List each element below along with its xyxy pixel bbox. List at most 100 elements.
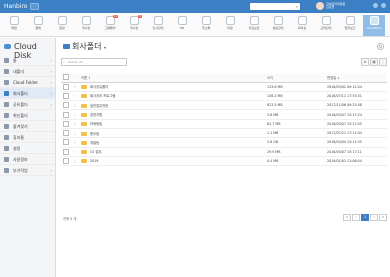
file-name[interactable]: CS 업무 [90, 150, 102, 154]
pager-button[interactable]: 1 [361, 214, 369, 221]
row-checkbox[interactable] [63, 148, 69, 155]
file-name[interactable]: 마케팅팀 [90, 122, 102, 126]
sidebar-item-6[interactable]: 즐겨찾기 [0, 121, 55, 132]
star-icon[interactable]: ☆ [73, 84, 77, 89]
grid-view-icon[interactable]: ▦ [370, 58, 378, 66]
row-checkbox[interactable] [63, 102, 69, 109]
app-reserve[interactable]: 회의실 [291, 15, 313, 36]
global-search-input[interactable]: ⌕ [250, 3, 300, 10]
app-clouddisk[interactable]: CloudDisk [363, 15, 385, 36]
settings-icon[interactable] [381, 3, 386, 8]
row-checkbox[interactable] [63, 139, 69, 146]
app-archive[interactable]: 자료보관 [243, 15, 265, 36]
app-timecard[interactable]: 근태관리 [315, 15, 337, 36]
table-row[interactable]: ☆ 일반업무관련 823.5 MB 2017/11/06 09:25:58 [61, 100, 387, 111]
avatar[interactable] [316, 2, 324, 10]
sidebar-item-5[interactable]: 최신폴더 [0, 110, 55, 121]
file-name-cell[interactable]: 개발팀 [81, 137, 267, 148]
star-icon[interactable]: ☆ [73, 149, 77, 154]
star-icon[interactable]: ☆ [73, 140, 77, 145]
pager-button[interactable]: « [343, 214, 351, 221]
file-name-cell[interactable]: 회사공유폴더 [81, 82, 267, 92]
file-name-cell[interactable]: 총무팀 [81, 128, 267, 139]
star-icon[interactable]: ☆ [73, 121, 77, 126]
pager-button[interactable]: » [379, 214, 387, 221]
sidebar-item-4[interactable]: 공유폴더 › [0, 99, 55, 110]
file-name-cell[interactable]: 2019 [81, 156, 267, 167]
search-icon[interactable]: ⌕ [296, 4, 298, 9]
star-icon[interactable]: ☆ [73, 112, 77, 117]
chevron-right-icon[interactable]: › [50, 77, 52, 88]
column-date[interactable]: 변경일 ↓ [327, 73, 387, 83]
app-survey[interactable]: 설문관리 [267, 15, 289, 36]
star-icon[interactable]: ☆ [73, 131, 77, 136]
file-name-cell[interactable]: 마케팅팀 [81, 119, 267, 130]
sidebar-item-10[interactable]: 부가작업 › [0, 165, 55, 176]
row-checkbox[interactable] [63, 111, 69, 118]
sidebar-item-0[interactable]: 홈 › [0, 55, 55, 66]
select-all-checkbox[interactable] [63, 74, 69, 81]
table-row[interactable]: ☆ 회사공유폴더 133.6 MB 2018/05/02 09:12:44 [61, 82, 387, 92]
file-name-cell[interactable]: 일반업무관련 [81, 100, 267, 111]
search-input[interactable]: ⌕ Search All [61, 58, 127, 66]
row-checkbox[interactable] [63, 130, 69, 137]
table-row[interactable]: ☆ 경영지원 3.8 MB 2018/05/07 15:17:24 [61, 109, 387, 120]
table-row[interactable]: ☆ 회사공지 프로그램 138.2 MB 2018/07/11 17:33:51 [61, 91, 387, 102]
file-name-cell[interactable]: 경영지원 [81, 109, 267, 120]
refresh-icon[interactable]: ↻ [377, 43, 384, 50]
sidebar-item-3[interactable]: 회사폴더 › [0, 88, 55, 99]
chevron-right-icon[interactable]: › [50, 55, 52, 66]
file-name[interactable]: 회사공유폴더 [90, 85, 108, 89]
file-name[interactable]: 회사공지 프로그램 [90, 94, 115, 98]
notification-icon[interactable] [373, 3, 378, 8]
sidebar-item-9[interactable]: 사용정보 [0, 154, 55, 165]
row-checkbox[interactable] [63, 158, 69, 165]
chevron-right-icon[interactable]: › [50, 165, 52, 176]
app-calendar[interactable]: 일정 [51, 15, 73, 36]
chevron-right-icon[interactable]: › [50, 99, 52, 110]
sidebar-item-2[interactable]: Cloud Folder › [0, 77, 55, 88]
chevron-right-icon[interactable]: › [50, 88, 52, 99]
app-groupware[interactable]: 그룹웨어 11 [99, 15, 121, 36]
chevron-down-icon[interactable]: ▾ [104, 45, 106, 50]
table-row[interactable]: ☆ CS 업무 29.9 MB 2018/05/07 15:17:11 [61, 147, 387, 157]
app-board[interactable]: 게시판 [75, 15, 97, 36]
menu-icon[interactable]: ⋮ [379, 58, 387, 66]
chevron-right-icon[interactable]: › [50, 66, 52, 77]
row-checkbox[interactable] [63, 83, 69, 90]
table-row[interactable]: ☆ 마케팅팀 82.7 MB 2018/05/07 15:17:45 [61, 119, 387, 130]
app-hr[interactable]: HR [171, 15, 193, 36]
user-profile[interactable]: 한비로마케팅팀 김상철 [316, 2, 345, 10]
table-row[interactable]: ☆ 개발팀 2.8 GB 2018/05/04 15:11:35 [61, 137, 387, 148]
star-icon[interactable]: ☆ [73, 159, 77, 164]
table-row[interactable]: ☆ 2019 0.4 MB 2019/01/02 11:06:44 [61, 156, 387, 167]
sidebar-item-1[interactable]: 내폴더 › [0, 66, 55, 77]
column-name[interactable]: 이름 ↑ [81, 73, 267, 83]
file-name[interactable]: 총무팀 [90, 132, 99, 136]
sidebar-item-7[interactable]: 휴지통 [0, 132, 55, 143]
app-switcher-icon[interactable] [30, 3, 40, 10]
file-name[interactable]: 2019 [90, 159, 98, 163]
star-icon[interactable]: ☆ [73, 93, 77, 98]
app-board2[interactable]: 게시판 8 [123, 15, 145, 36]
row-checkbox[interactable] [63, 120, 69, 127]
sidebar-item-8[interactable]: 설정 [0, 143, 55, 154]
pager-button[interactable]: › [370, 214, 378, 221]
list-view-icon[interactable]: ≡ [361, 58, 369, 66]
file-name[interactable]: 경영지원 [90, 113, 102, 117]
file-name-cell[interactable]: CS 업무 [81, 147, 267, 157]
table-row[interactable]: ☆ 총무팀 1.1 MB 2017/07/21 17:11:04 [61, 128, 387, 139]
star-icon[interactable]: ☆ [73, 103, 77, 108]
file-name[interactable]: 일반업무관련 [90, 104, 108, 108]
pager-button[interactable]: ‹ [352, 214, 360, 221]
brand-logo[interactable]: Hanbiro [4, 3, 27, 10]
app-task[interactable]: 주소록 [195, 15, 217, 36]
row-checkbox[interactable] [63, 92, 69, 99]
column-size[interactable]: 크기 [267, 73, 327, 83]
app-address[interactable]: 인사관리 [147, 15, 169, 36]
app-memo[interactable]: 업무보고 [339, 15, 361, 36]
app-approval[interactable]: 결재 [27, 15, 49, 36]
file-name-cell[interactable]: 회사공지 프로그램 [81, 91, 267, 102]
app-mail[interactable]: 메일 [3, 15, 25, 36]
app-meeting[interactable]: 미팅 [219, 15, 241, 36]
